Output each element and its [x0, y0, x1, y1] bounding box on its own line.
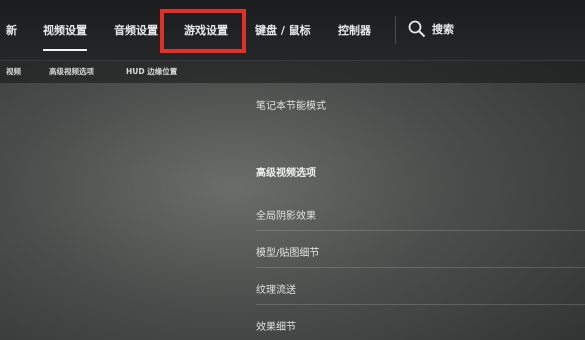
setting-texture-streaming[interactable]: 纹理流送 — [256, 281, 585, 296]
row-divider — [256, 304, 585, 305]
setting-model-texture-detail[interactable]: 模型/贴图细节 — [256, 244, 585, 259]
subtab-advanced-video[interactable]: 高级视频选项 — [49, 66, 94, 77]
tab-new[interactable]: 新 — [6, 22, 17, 38]
tab-video-settings[interactable]: 视频设置 — [43, 22, 87, 51]
nav-divider — [395, 16, 396, 44]
section-heading-advanced-video: 高级视频选项 — [256, 168, 316, 179]
tab-keyboard-mouse[interactable]: 键盘 / 鼠标 — [255, 22, 311, 38]
subtab-hud-edge-position[interactable]: HUD 边缘位置 — [126, 66, 177, 77]
search-button[interactable]: 搜索 — [408, 19, 454, 39]
setting-effects-detail[interactable]: 效果细节 — [256, 318, 585, 333]
highlight-annotation-box — [160, 9, 246, 53]
setting-laptop-power-saving[interactable]: 笔记本节能模式 — [256, 97, 585, 112]
tab-controller[interactable]: 控制器 — [338, 22, 371, 38]
setting-global-shadow[interactable]: 全局阴影效果 — [256, 207, 585, 222]
search-icon — [408, 20, 426, 38]
settings-panel: 笔记本节能模式 高级视频选项 全局阴影效果 模型/贴图细节 纹理流送 效果细节 — [256, 84, 585, 340]
search-label: 搜索 — [432, 23, 454, 36]
row-divider — [256, 267, 585, 268]
tab-audio-settings[interactable]: 音频设置 — [114, 22, 158, 38]
subtab-video[interactable]: 视频 — [6, 66, 21, 77]
top-nav-bar: 新 视频设置 音频设置 游戏设置 键盘 / 鼠标 控制器 搜索 — [0, 0, 585, 61]
row-divider — [256, 230, 585, 231]
